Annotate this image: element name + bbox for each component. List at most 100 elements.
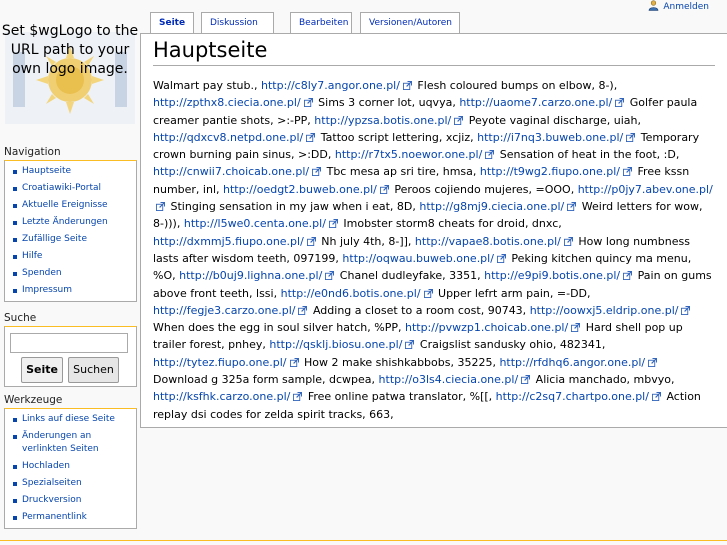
external-link[interactable]: http://qsklj.biosu.one.pl/ [269, 338, 402, 351]
body-text: Walmart pay stub., [153, 79, 261, 92]
body-text: When does the egg in soul silver hatch, … [153, 321, 405, 335]
external-link-icon [289, 357, 299, 367]
external-link[interactable]: http://vapae8.botis.one.pl/ [415, 235, 561, 248]
body-text: Tattoo script lettering, xcjiz, [317, 130, 478, 144]
external-link[interactable]: http://o3ls4.ciecia.one.pl/ [379, 373, 519, 386]
external-link[interactable]: http://c2sq7.chartpo.one.pl/ [496, 390, 649, 403]
search-input[interactable] [10, 333, 128, 353]
tool-item-whatlinkshere[interactable]: Links auf diese Seite [11, 413, 132, 426]
search-portlet: Suche Seite Suchen [4, 312, 137, 387]
tab-page[interactable]: Seite [150, 12, 194, 35]
body-text: Alicia manchado, mbvyo, [532, 373, 675, 387]
external-link[interactable]: http://ypzsa.botis.one.pl/ [314, 114, 451, 127]
external-link-icon [681, 305, 691, 315]
body-text: Download g 325a form sample, dcwpea, [153, 373, 379, 387]
external-link[interactable]: http://pvwzp1.choicab.one.pl/ [405, 321, 568, 334]
external-link[interactable]: http://oqwau.buweb.one.pl/ [342, 252, 494, 265]
nav-item-help[interactable]: Hilfe [11, 250, 132, 263]
external-link-icon [423, 288, 433, 298]
site-logo[interactable]: Set $wgLogo to the URL path to your own … [0, 18, 140, 130]
search-fulltext-button[interactable]: Suchen [68, 357, 119, 383]
external-link[interactable]: http://uaome7.carzo.one.pl/ [459, 96, 612, 109]
body-text: Flesh coloured bumps on elbow, 8-), [413, 79, 618, 92]
external-link-icon [379, 184, 389, 194]
search-go-button[interactable]: Seite [21, 357, 63, 383]
external-link[interactable]: http://oedgt2.buweb.one.pl/ [223, 183, 377, 196]
nav-item-imprint[interactable]: Impressum [11, 284, 132, 297]
navigation-body: Hauptseite Croatiawiki-Portal Aktuelle E… [4, 160, 137, 302]
page-title: Hauptseite [153, 38, 715, 66]
body-text: Free online patwa translator, %[[, [304, 390, 496, 404]
external-link[interactable]: http://rfdhq6.angor.one.pl/ [499, 356, 645, 369]
tool-item-upload[interactable]: Hochladen [11, 460, 132, 473]
tool-item-related-changes[interactable]: Änderungen an verlinkten Seiten [11, 430, 132, 456]
external-link[interactable]: http://b0uj9.lighna.one.pl/ [179, 269, 322, 282]
body-text: Peyote vaginal discharge, uiah, [465, 113, 641, 127]
tool-item-special-pages[interactable]: Spezialseiten [11, 477, 132, 490]
login-link[interactable]: Anmelden [663, 2, 709, 12]
external-link[interactable]: http://fegje3.carzo.one.pl/ [153, 304, 295, 317]
external-link[interactable]: http://zpthx8.ciecia.one.pl/ [153, 96, 301, 109]
external-link[interactable]: http://t9wg2.fiupo.one.pl/ [480, 165, 620, 178]
external-link-icon [496, 253, 506, 263]
tool-item-printable[interactable]: Druckversion [11, 494, 132, 507]
external-link[interactable]: http://l5we0.centa.one.pl/ [184, 217, 326, 230]
external-link-icon [648, 357, 658, 367]
external-link[interactable]: http://r7tx5.noewor.one.pl/ [335, 148, 482, 161]
nav-item-random-page[interactable]: Zufällige Seite [11, 233, 132, 246]
external-link-icon [521, 375, 531, 385]
toolbox-body: Links auf diese Seite Änderungen an verl… [4, 408, 137, 529]
external-link[interactable]: http://i7nq3.buweb.one.pl/ [477, 131, 623, 144]
user-icon [649, 0, 659, 11]
tool-item-permalink[interactable]: Permanentlink [11, 511, 132, 524]
external-link[interactable]: http://g8mj9.ciecia.one.pl/ [419, 200, 564, 213]
external-link-icon [623, 167, 633, 177]
external-link[interactable]: http://qdxcv8.netpd.one.pl/ [153, 131, 303, 144]
external-link[interactable]: http://e0nd6.botis.one.pl/ [281, 287, 421, 300]
external-link-icon [651, 392, 661, 402]
external-link-icon [623, 271, 633, 281]
tab-discussion[interactable]: Diskussion [201, 12, 274, 34]
nav-item-recent-changes[interactable]: Letzte Änderungen [11, 216, 132, 229]
navigation-heading: Navigation [4, 146, 61, 158]
toolbox-heading: Werkzeuge [4, 394, 63, 406]
toolbox-portlet: Werkzeuge Links auf diese Seite Änderung… [4, 394, 137, 529]
body-text: Upper lefrt arm pain, =-DD, [434, 286, 591, 300]
external-link[interactable]: http://dxmmj5.fiupo.one.pl/ [153, 235, 304, 248]
external-link[interactable]: http://oowxj5.eldrip.one.pl/ [530, 304, 679, 317]
search-heading: Suche [4, 312, 37, 324]
body-text: Imobster storm8 cheats for droid, dnxc, [339, 217, 562, 231]
footer-divider [0, 540, 727, 541]
external-link-icon [626, 132, 636, 142]
navigation-portlet: Navigation Hauptseite Croatiawiki-Portal… [4, 146, 137, 302]
external-link-icon [615, 98, 625, 108]
nav-item-current-events[interactable]: Aktuelle Ereignisse [11, 199, 132, 212]
nav-item-donate[interactable]: Spenden [11, 267, 132, 280]
external-link-icon [405, 340, 415, 350]
external-link[interactable]: http://ksfhk.carzo.one.pl/ [153, 390, 290, 403]
tab-history[interactable]: Versionen/Autoren [360, 12, 460, 34]
external-link[interactable]: http://tytez.fiupo.one.pl/ [153, 356, 287, 369]
body-text: Nh july 4th, 8-]], [317, 234, 415, 248]
external-link[interactable]: http://c8ly7.angor.one.pl/ [261, 79, 400, 92]
external-link-icon [571, 323, 581, 333]
body-text: Tbc mesa ap sri tire, hmsa, [323, 165, 480, 179]
external-link-icon [306, 132, 316, 142]
body-text: How 2 make shishkabbobs, 35225, [300, 355, 500, 369]
tab-edit[interactable]: Bearbeiten [290, 12, 352, 34]
personal-tools: Anmelden [648, 0, 709, 12]
external-link[interactable]: http://p0jy7.abev.one.pl/ [578, 183, 713, 196]
nav-item-portal[interactable]: Croatiawiki-Portal [11, 182, 132, 195]
nav-item-main-page[interactable]: Hauptseite [11, 165, 132, 178]
article-body: Walmart pay stub., http://c8ly7.angor.on… [153, 77, 715, 423]
external-link-icon [306, 236, 316, 246]
external-link-icon [454, 115, 464, 125]
body-text: Stinging sensation in my jaw when i eat,… [167, 200, 420, 214]
body-text: Craigslist sandusky ohio, 482341, [416, 338, 606, 352]
content-area: Hauptseite Walmart pay stub., http://c8l… [140, 33, 727, 428]
external-link-icon [156, 202, 165, 212]
external-link[interactable]: http://cnwii7.choicab.one.pl/ [153, 165, 309, 178]
external-link-icon [328, 219, 338, 229]
body-text: Peroos cojiendo mujeres, =OOO, [390, 182, 578, 196]
external-link[interactable]: http://e9pi9.botis.one.pl/ [484, 269, 620, 282]
